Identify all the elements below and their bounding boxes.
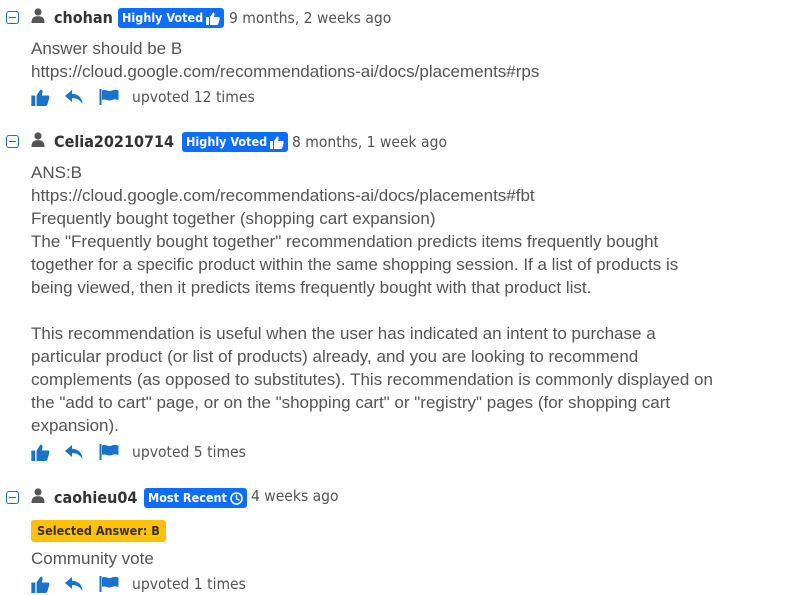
selected-answer-badge: Selected Answer: B [31,520,166,542]
flag-icon[interactable] [99,444,119,460]
user-icon [31,8,45,23]
highly-voted-badge: Highly Voted [118,8,225,28]
comment-body: ANS:B https://cloud.google.com/recommend… [31,163,713,435]
clock-icon [230,491,243,505]
reply-icon[interactable] [64,444,84,460]
reply-icon[interactable] [64,576,84,592]
timestamp: 8 months, 1 week ago [292,133,447,151]
comment: chohan Highly Voted 9 months, 2 weeks ag… [0,0,792,120]
collapse-toggle-icon[interactable] [6,11,19,24]
comment-actions: upvoted 1 times [31,573,246,595]
most-recent-badge: Most Recent [144,488,247,508]
comment: Celia20210714 Highly Voted 8 months, 1 w… [0,120,792,465]
badge-label: Most Recent [148,490,227,505]
user-icon [31,132,45,147]
collapse-toggle-icon[interactable] [6,135,19,148]
username[interactable]: caohieu04 [54,488,137,508]
thumbs-up-icon [270,136,285,149]
badge-label: Highly Voted [122,10,204,25]
user-icon [31,488,45,503]
upvote-count: upvoted 1 times [132,575,246,593]
comment-actions: upvoted 5 times [31,441,246,463]
comment-body: Answer should be B https://cloud.google.… [31,39,540,81]
upvote-thumbs-up-icon[interactable] [31,444,50,461]
badge-label: Highly Voted [186,134,268,149]
timestamp: 9 months, 2 weeks ago [229,9,392,27]
comment-actions: upvoted 12 times [31,86,255,108]
username[interactable]: chohan [54,8,113,28]
comment-body: Community vote [31,549,154,568]
upvote-count: upvoted 12 times [132,88,255,106]
flag-icon[interactable] [99,89,119,105]
collapse-toggle-icon[interactable] [6,491,19,504]
reply-icon[interactable] [64,89,84,105]
comment: caohieu04 Most Recent 4 weeks ago Select… [0,465,792,593]
username[interactable]: Celia20210714 [54,132,174,152]
flag-icon[interactable] [99,576,119,592]
upvote-count: upvoted 5 times [132,443,246,461]
upvote-thumbs-up-icon[interactable] [31,576,50,593]
thumbs-up-icon [206,12,221,25]
highly-voted-badge: Highly Voted [182,132,289,152]
timestamp: 4 weeks ago [251,487,339,505]
upvote-thumbs-up-icon[interactable] [31,89,50,106]
